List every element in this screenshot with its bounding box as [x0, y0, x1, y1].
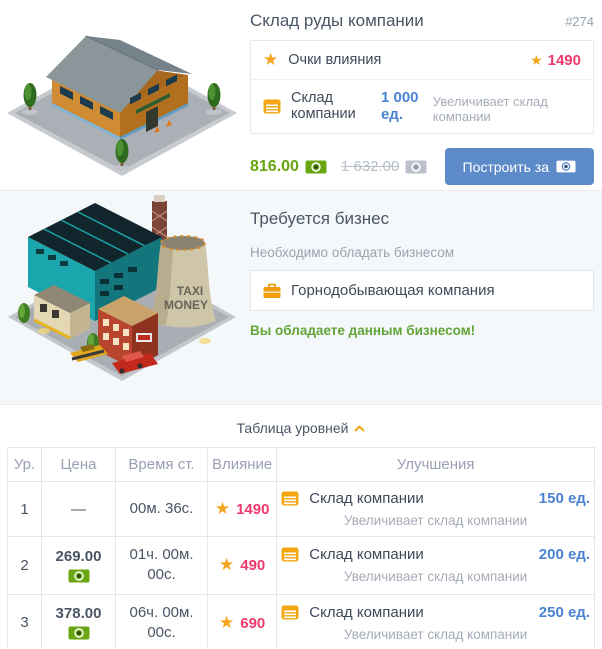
tower-watermark-line2: MONEY [164, 298, 208, 312]
upgrade-description: Увеличивает склад компании [281, 627, 590, 642]
required-business-subtitle: Необходимо обладать бизнесом [250, 245, 594, 260]
current-price: 816.00 [250, 158, 327, 176]
col-influence: Влияние [208, 448, 277, 482]
money-icon [68, 626, 90, 640]
levels-table-toggle[interactable]: Таблица уровней [7, 420, 595, 436]
upgrade-cell: Склад компании 150 ед. Увеличивает склад… [277, 482, 595, 537]
col-time: Время ст. [116, 448, 208, 482]
factory-image: TAXI MONEY [0, 191, 245, 404]
money-icon [305, 160, 327, 174]
warehouse-illustration [0, 0, 245, 190]
warehouse-icon [281, 547, 299, 562]
level-cell: 1 [8, 482, 42, 537]
warehouse-image [0, 0, 245, 190]
influence-cell: ★490 [208, 537, 277, 595]
chevron-up-icon [354, 425, 365, 432]
price-cell: 269.00 [42, 537, 116, 595]
warehouse-icon [281, 605, 299, 620]
star-icon: ★ [219, 555, 234, 574]
influence-value: ★1490 [530, 52, 581, 69]
influence-cell: ★690 [208, 594, 277, 649]
table-row: 1 — 00м. 36с. ★1490 Склад компании 150 е… [8, 482, 595, 537]
price-cell: — [42, 482, 116, 537]
col-upgrades: Улучшения [277, 448, 595, 482]
upgrade-name: Склад компании [309, 546, 423, 563]
upgrade-value: 200 ед. [539, 546, 590, 563]
table-row: 2 269.00 01ч. 00м. 00с. ★490 [8, 537, 595, 595]
star-icon: ★ [219, 613, 234, 632]
warehouse-icon [281, 491, 299, 506]
warehouse-icon [263, 99, 281, 114]
required-business-title: Требуется бизнес [250, 209, 594, 229]
required-business-section: TAXI MONEY [0, 190, 602, 405]
table-row: 3 378.00 06ч. 00м. 00с. ★690 [8, 594, 595, 649]
title-row: Склад руды компании #274 [250, 11, 594, 31]
price-cell: 378.00 [42, 594, 116, 649]
table-header-row: Ур. Цена Время ст. Влияние Улучшения [8, 448, 595, 482]
business-owned-status: Вы обладаете данным бизнесом! [250, 323, 594, 338]
storage-label: Склад компании [291, 90, 381, 122]
upgrade-description: Увеличивает склад компании [281, 513, 590, 528]
upgrade-description: Увеличивает склад компании [281, 569, 590, 584]
upgrade-name: Склад компании [309, 604, 423, 621]
time-cell: 06ч. 00м. 00с. [116, 594, 208, 649]
levels-table-section: Таблица уровней Ур. Цена Время ст. Влиян… [0, 405, 602, 649]
star-icon: ★ [263, 50, 278, 70]
time-cell: 00м. 36с. [116, 482, 208, 537]
build-button-label: Построить за [463, 159, 549, 175]
influence-row: ★ Очки влияния ★1490 [251, 41, 593, 79]
time-cell: 01ч. 00м. 00с. [116, 537, 208, 595]
money-icon [405, 160, 427, 174]
star-icon: ★ [215, 499, 230, 518]
storage-value: 1 000 ед. [381, 89, 433, 123]
tower-watermark-line1: TAXI [177, 284, 203, 298]
star-icon: ★ [530, 52, 543, 68]
price-row: 816.00 1 632.00 Построить за [250, 148, 594, 185]
upgrade-value: 150 ед. [539, 490, 590, 507]
storage-row: Склад компании 1 000 ед. Увеличивает скл… [251, 79, 593, 133]
levels-table: Ур. Цена Время ст. Влияние Улучшения 1 —… [7, 447, 595, 649]
upgrade-name: Склад компании [309, 490, 423, 507]
building-id: #274 [565, 14, 594, 29]
money-icon [556, 160, 576, 173]
col-level: Ур. [8, 448, 42, 482]
storage-description: Увеличивает склад компании [433, 94, 581, 124]
factory-illustration: TAXI MONEY [0, 191, 245, 396]
upgrade-cell: Склад компании 250 ед. Увеличивает склад… [277, 594, 595, 649]
building-stats-card: ★ Очки влияния ★1490 Склад компании 1 00… [250, 40, 594, 134]
level-cell: 2 [8, 537, 42, 595]
page-title: Склад руды компании [250, 11, 424, 31]
build-button[interactable]: Построить за [445, 148, 594, 185]
business-link[interactable]: Горнодобывающая компания [250, 270, 594, 311]
upgrade-cell: Склад компании 200 ед. Увеличивает склад… [277, 537, 595, 595]
briefcase-icon [263, 283, 281, 299]
money-icon [68, 569, 90, 583]
col-price: Цена [42, 448, 116, 482]
upgrade-value: 250 ед. [539, 604, 590, 621]
old-price: 1 632.00 [341, 158, 427, 175]
building-header-section: Склад руды компании #274 ★ Очки влияния … [0, 0, 602, 190]
influence-label: Очки влияния [288, 52, 381, 68]
level-cell: 3 [8, 594, 42, 649]
influence-cell: ★1490 [208, 482, 277, 537]
levels-table-title: Таблица уровней [237, 420, 349, 436]
business-name: Горнодобывающая компания [291, 282, 495, 299]
